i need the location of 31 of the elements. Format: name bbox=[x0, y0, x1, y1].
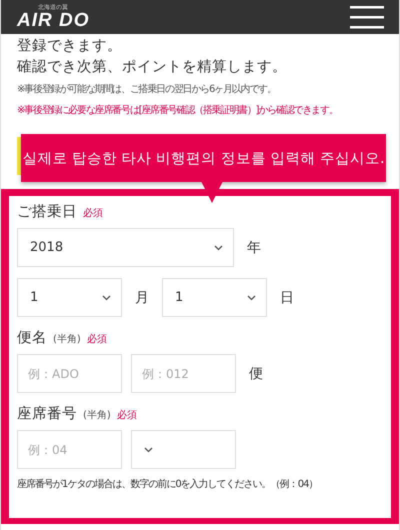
unit-label: 日 bbox=[280, 288, 294, 306]
field-label: ご搭乗日 bbox=[17, 203, 77, 221]
required-label: 必須 bbox=[116, 408, 137, 422]
select-field[interactable]: 1 bbox=[17, 278, 122, 317]
select-field[interactable]: 2018 bbox=[17, 228, 234, 267]
chevron-icon bbox=[247, 294, 256, 300]
callout-text: 실제로 탑승한 타사 비행편의 정보를 입력해 주십시오. bbox=[22, 150, 385, 168]
chevron-icon bbox=[144, 446, 153, 452]
input-field[interactable]: 例：ADO bbox=[17, 354, 122, 393]
logo[interactable]: AIR DO bbox=[17, 11, 90, 31]
hint-text: 座席番号が1ケタの場合は、数字の前に0を入力してください。（例：04） bbox=[17, 478, 318, 491]
field-label: 座席番号 bbox=[17, 404, 77, 423]
required-label: 必須 bbox=[83, 206, 103, 220]
notice-text: ※事後登録に必要な座席番号は[座席番号確認（搭乗証明書）]から確認できます。 bbox=[17, 104, 339, 118]
notice-text: ※事後登録が可能な期間は、ご搭乗日の翌日から6ヶ月以内です。 bbox=[17, 82, 277, 97]
intro-text: 登録できます。 bbox=[17, 37, 123, 56]
menu-icon[interactable] bbox=[350, 5, 384, 29]
intro-text: 確認でき次第、ポイントを精算します。 bbox=[17, 58, 288, 77]
field-hint: (半角) bbox=[53, 332, 81, 346]
unit-label: 月 bbox=[135, 288, 149, 306]
field-label: 便名 bbox=[17, 329, 47, 347]
unit-label: 便 bbox=[249, 364, 263, 382]
select-field[interactable]: 1 bbox=[162, 278, 267, 317]
chevron-icon bbox=[214, 244, 223, 250]
input-field[interactable]: 例：04 bbox=[17, 430, 122, 469]
unit-label: 年 bbox=[247, 238, 261, 256]
select-field[interactable] bbox=[131, 430, 236, 469]
field-hint: (半角) bbox=[83, 408, 111, 422]
input-field[interactable]: 例：012 bbox=[131, 354, 236, 393]
chevron-icon bbox=[102, 294, 111, 300]
required-label: 必須 bbox=[86, 332, 107, 346]
